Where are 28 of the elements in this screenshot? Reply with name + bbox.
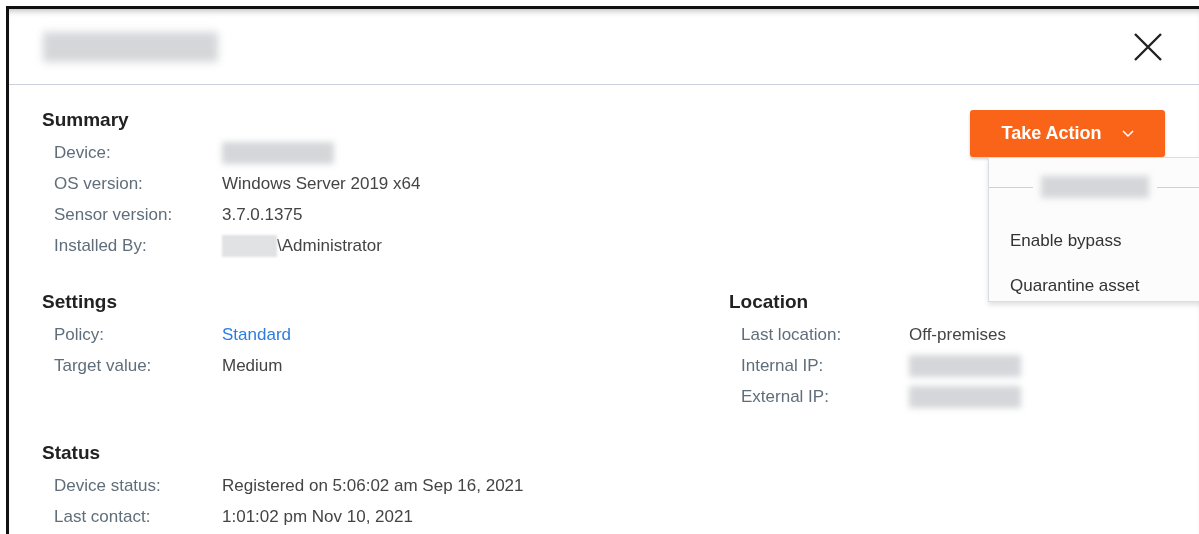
section-title: Status <box>42 442 102 464</box>
field-value: Windows Server 2019 x64 <box>222 173 421 194</box>
field-label: Internal IP: <box>741 355 825 376</box>
field-label: Last location: <box>741 324 843 345</box>
field-label: Last contact: <box>54 506 152 527</box>
field-label: Installed By: <box>54 235 148 256</box>
field-label: Sensor version: <box>54 204 174 225</box>
field-label: OS version: <box>54 173 144 194</box>
field-value: 3.7.0.1375 <box>222 204 303 225</box>
field-label: Device: <box>54 142 112 163</box>
field-value: \Administrator <box>277 235 382 256</box>
field-label: Target value: <box>54 355 153 376</box>
close-button[interactable] <box>1133 31 1163 62</box>
policy-link[interactable]: Standard <box>222 324 291 345</box>
field-value: Medium <box>222 355 283 376</box>
blurred-text <box>222 234 277 257</box>
section-title: Summary <box>42 109 130 131</box>
field-label: Device status: <box>54 475 162 496</box>
section-title: Location <box>729 291 810 313</box>
section-title: Settings <box>42 291 118 313</box>
caret-icon <box>1121 129 1134 138</box>
field-value: Registered on 5:06:02 am Sep 16, 2021 <box>222 475 524 496</box>
field-value: Off-premises <box>909 324 1006 345</box>
menu-item[interactable]: Enable bypass <box>989 218 1199 263</box>
field-label: Policy: <box>54 324 106 345</box>
field-value: 1:01:02 pm Nov 10, 2021 <box>222 506 413 527</box>
menu-item[interactable]: Quarantine asset <box>989 263 1199 308</box>
field-label: External IP: <box>741 386 830 407</box>
